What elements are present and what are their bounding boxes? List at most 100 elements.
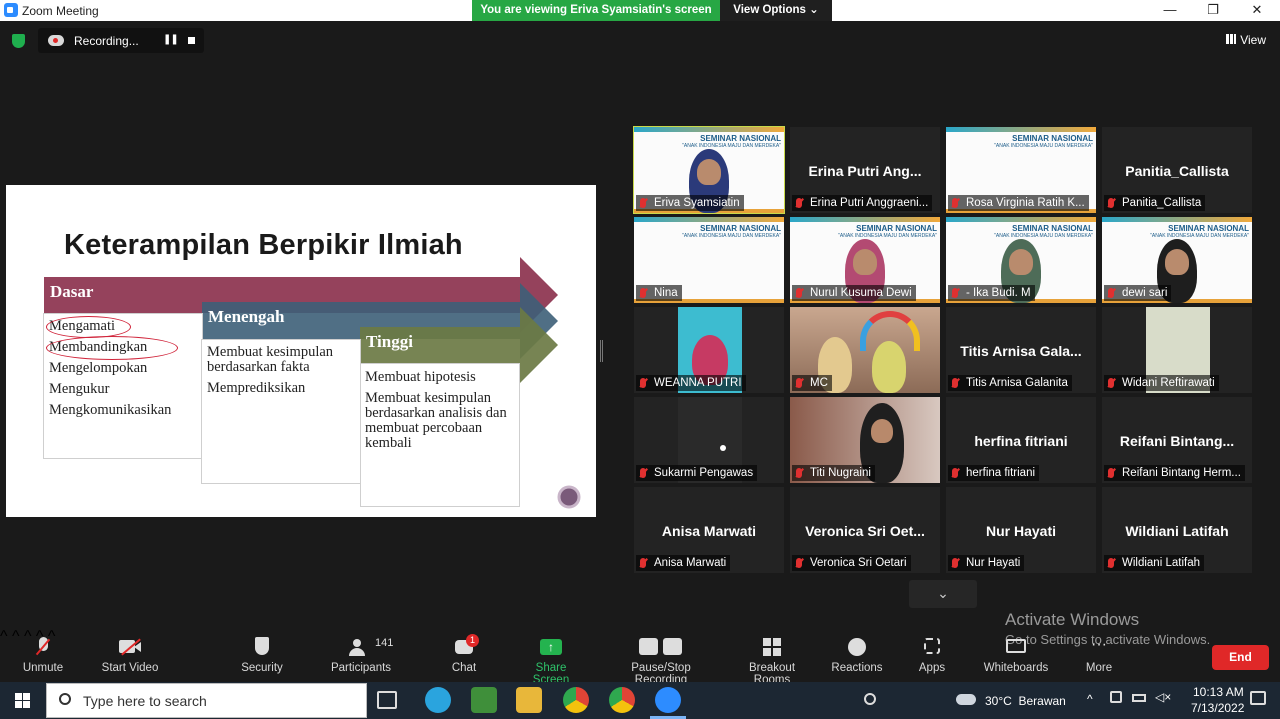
participant-tile[interactable]: Erina Putri Ang... Erina Putri Anggraeni.… — [790, 127, 940, 213]
pause-stop-recording-button[interactable]: Pause/Stop Recording — [604, 636, 718, 686]
view-button[interactable]: View — [1226, 33, 1266, 47]
zoom-taskbar-icon[interactable] — [655, 687, 681, 713]
participant-tile[interactable]: SEMINAR NASIONAL "ANAK INDONESIA MAJU DAN… — [946, 217, 1096, 303]
participant-name-label: Erina Putri Anggraeni... — [792, 195, 933, 211]
cloud-record-icon — [48, 35, 64, 46]
seminar-subtitle: "ANAK INDONESIA MAJU DAN MERDEKA" — [838, 233, 937, 239]
participant-name-label: Sukarmi Pengawas — [636, 465, 758, 481]
pause-recording-icon[interactable]: ❚❚ — [163, 34, 179, 45]
seminar-subtitle: "ANAK INDONESIA MAJU DAN MERDEKA" — [994, 143, 1093, 149]
seminar-title: SEMINAR NASIONAL — [700, 224, 781, 233]
participant-tile[interactable]: MC — [790, 307, 940, 393]
participant-tile[interactable]: Reifani Bintang... Reifani Bintang Herm..… — [1102, 397, 1252, 483]
video-options-caret[interactable]: ^ — [12, 628, 20, 645]
whiteboards-button[interactable]: Whiteboards — [982, 636, 1050, 674]
seminar-subtitle: "ANAK INDONESIA MAJU DAN MERDEKA" — [682, 143, 781, 149]
start-video-button[interactable]: Start Video — [100, 636, 160, 674]
participant-name-label: Wildiani Latifah — [1104, 555, 1204, 571]
unmute-label: Unmute — [22, 662, 64, 674]
unmute-button[interactable]: Unmute — [20, 636, 66, 674]
participant-tile[interactable]: SEMINAR NASIONAL "ANAK INDONESIA MAJU DAN… — [634, 217, 784, 303]
participant-name-label: Nur Hayati — [948, 555, 1025, 571]
apps-button[interactable]: Apps — [914, 636, 950, 674]
breakout-rooms-button[interactable]: Breakout Rooms — [730, 636, 814, 686]
apps-label: Apps — [918, 662, 946, 674]
share-screen-button[interactable]: ↑ Share Screen — [516, 636, 586, 686]
participant-tile[interactable]: Sukarmi Pengawas — [634, 397, 784, 483]
view-options-button[interactable]: View Options ⌄ — [720, 0, 832, 21]
task-view-icon[interactable] — [377, 691, 397, 709]
participant-tile[interactable]: Nur Hayati Nur Hayati — [946, 487, 1096, 573]
level-dasar-title: Dasar — [50, 282, 94, 301]
clock-time[interactable]: 10:13 AM — [1193, 685, 1244, 699]
participants-button[interactable]: 141 Participants — [330, 636, 393, 674]
participant-tile[interactable]: Titi Nugraini — [790, 397, 940, 483]
weather-text[interactable]: 30°C Berawan — [985, 694, 1066, 708]
taskbar-search-box[interactable]: Type here to search — [46, 683, 367, 718]
participant-tile[interactable]: SEMINAR NASIONAL "ANAK INDONESIA MAJU DAN… — [1102, 217, 1252, 303]
security-label: Security — [241, 662, 283, 674]
chat-label: Chat — [451, 662, 477, 674]
more-button[interactable]: ··· More — [1082, 636, 1116, 674]
participant-tile[interactable]: Widani Reftirawati — [1102, 307, 1252, 393]
gallery-scroll-down-button[interactable]: ⌄ — [909, 580, 977, 608]
telegram-icon[interactable] — [425, 687, 451, 713]
seminar-title: SEMINAR NASIONAL — [700, 134, 781, 143]
clock-date[interactable]: 7/13/2022 — [1191, 701, 1244, 715]
title-bar: Zoom Meeting You are viewing Eriva Syams… — [0, 0, 1280, 21]
participant-name-label: herfina fitriani — [948, 465, 1040, 481]
recording-indicator: Recording... ❚❚ — [38, 28, 204, 53]
annotation-circle — [46, 316, 131, 338]
participant-display-name: Veronica Sri Oet... — [805, 523, 925, 539]
reactions-button[interactable]: Reactions — [830, 636, 884, 674]
participants-label: Participants — [330, 662, 392, 674]
minimize-button[interactable]: — — [1147, 0, 1193, 21]
app-icon[interactable] — [471, 687, 497, 713]
breakout-rooms-icon — [760, 636, 784, 658]
restore-button[interactable]: ❐ — [1190, 0, 1236, 21]
chrome-icon[interactable] — [563, 687, 589, 713]
split-handle[interactable] — [600, 340, 603, 362]
end-meeting-button[interactable]: End — [1212, 645, 1269, 670]
participant-tile[interactable]: SEMINAR NASIONAL "ANAK INDONESIA MAJU DAN… — [946, 127, 1096, 213]
file-explorer-icon[interactable] — [516, 687, 542, 713]
participant-tile[interactable]: WEANNA PUTRI — [634, 307, 784, 393]
notification-icon[interactable] — [1250, 691, 1266, 705]
start-video-label: Start Video — [101, 662, 159, 674]
pause-stop-icon — [639, 636, 683, 658]
volume-muted-icon[interactable]: ◁× — [1155, 690, 1171, 704]
participant-tile[interactable]: Panitia_Callista Panitia_Callista — [1102, 127, 1252, 213]
participant-display-name: Wildiani Latifah — [1125, 523, 1229, 539]
participant-tile[interactable]: Wildiani Latifah Wildiani Latifah — [1102, 487, 1252, 573]
chrome-profile-icon[interactable] — [609, 687, 635, 713]
tray-chevron-icon[interactable]: ^ — [1087, 692, 1093, 706]
network-icon[interactable] — [1110, 691, 1122, 703]
zoom-app-icon — [4, 3, 18, 17]
start-button[interactable] — [0, 682, 44, 719]
face — [1009, 249, 1033, 275]
participant-name-label: Titi Nugraini — [792, 465, 875, 481]
close-button[interactable]: ✕ — [1234, 0, 1280, 21]
participant-name-label: Nina — [636, 285, 682, 301]
participant-name-label: Widani Reftirawati — [1104, 375, 1219, 391]
stop-recording-icon[interactable] — [188, 37, 195, 44]
participant-name-label: Panitia_Callista — [1104, 195, 1206, 211]
participant-tile[interactable]: SEMINAR NASIONAL "ANAK INDONESIA MAJU DAN… — [633, 126, 785, 214]
participant-tile[interactable]: Anisa Marwati Anisa Marwati — [634, 487, 784, 573]
audio-options-caret[interactable]: ^ — [0, 628, 8, 645]
encryption-shield-icon[interactable] — [12, 34, 25, 48]
share-screen-icon: ↑ — [539, 636, 563, 658]
participant-display-name: herfina fitriani — [974, 433, 1068, 449]
chat-button[interactable]: 1 Chat — [448, 634, 480, 674]
participant-tile[interactable]: Titis Arnisa Gala... Titis Arnisa Galanit… — [946, 307, 1096, 393]
list-item: Mengelompokan — [49, 360, 148, 376]
chat-bubble-icon: 1 — [452, 634, 479, 658]
security-button[interactable]: Security — [238, 636, 286, 674]
people-icon[interactable] — [864, 693, 876, 705]
participant-tile[interactable]: Veronica Sri Oet... Veronica Sri Oetari — [790, 487, 940, 573]
face — [872, 341, 906, 393]
participant-tile[interactable]: SEMINAR NASIONAL "ANAK INDONESIA MAJU DAN… — [790, 217, 940, 303]
seminar-title: SEMINAR NASIONAL — [1012, 224, 1093, 233]
battery-icon[interactable] — [1132, 694, 1146, 702]
participant-tile[interactable]: herfina fitriani herfina fitriani — [946, 397, 1096, 483]
